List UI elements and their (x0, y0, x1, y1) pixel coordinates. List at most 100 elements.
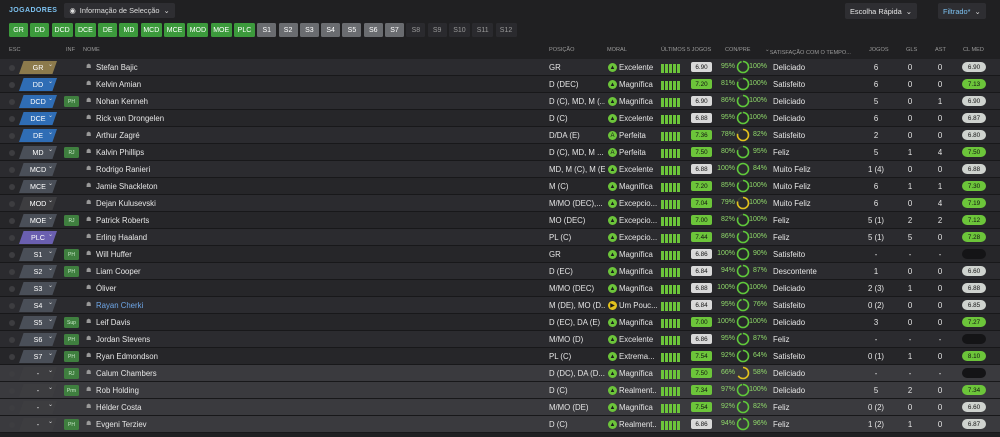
row-checkbox[interactable] (9, 303, 15, 309)
position-chip[interactable]: S7 (385, 23, 405, 37)
chevron-down-icon[interactable]: ⌄ (48, 214, 53, 221)
table-row[interactable]: MCD ⌄ ☗ Rodrigo Ranieri MD, M (C), M (E)… (0, 161, 1000, 178)
position-chip[interactable]: DCE (74, 23, 96, 37)
row-checkbox[interactable] (9, 218, 15, 224)
row-checkbox[interactable] (9, 269, 15, 275)
row-checkbox[interactable] (9, 116, 15, 122)
position-chip[interactable]: S11 (472, 23, 494, 37)
row-checkbox[interactable] (9, 388, 15, 394)
chevron-down-icon[interactable]: ⌄ (48, 78, 53, 85)
table-row[interactable]: GR ⌄ ☗ Stefan Bajic GR ▲ Excelente 6.90 … (0, 59, 1000, 76)
row-checkbox[interactable] (9, 150, 15, 156)
player-name[interactable]: Kalvin Phillips (96, 148, 144, 157)
quick-pick-button[interactable]: Escolha Rápida ⌄ (845, 3, 917, 19)
player-name[interactable]: Will Huffer (96, 250, 132, 259)
chevron-down-icon[interactable]: ⌄ (48, 299, 53, 306)
table-row[interactable]: S5 ⌄ Sup ☗ Leif Davis D (EC), DA (E) ▲ M… (0, 314, 1000, 331)
col-nome[interactable]: NOME (83, 47, 100, 53)
player-name[interactable]: Leif Davis (96, 318, 130, 327)
table-row[interactable]: S4 ⌄ ☗ Rayan Cherki M (DE), MO (D... ▶ U… (0, 297, 1000, 314)
filter-button[interactable]: Filtrado* ⌄ (938, 3, 986, 19)
player-name[interactable]: Nohan Kenneh (96, 97, 148, 106)
table-row[interactable]: DD ⌄ ☗ Kelvin Amian D (DEC) ▲ Magnífica … (0, 76, 1000, 93)
row-checkbox[interactable] (9, 286, 15, 292)
player-name[interactable]: Jordan Stevens (96, 335, 150, 344)
player-name[interactable]: Dejan Kulusevski (96, 199, 156, 208)
chevron-down-icon[interactable]: ⌄ (48, 180, 53, 187)
row-checkbox[interactable] (9, 235, 15, 241)
chevron-down-icon[interactable]: ⌄ (48, 146, 53, 153)
position-chip[interactable]: S8 (406, 23, 426, 37)
row-checkbox[interactable] (9, 133, 15, 139)
chevron-down-icon[interactable]: ⌄ (48, 333, 53, 340)
table-row[interactable]: - ⌄ ☗ Hélder Costa M/MO (DE) ▲ Magnífica… (0, 399, 1000, 416)
chevron-down-icon[interactable]: ⌄ (48, 95, 53, 102)
row-checkbox[interactable] (9, 337, 15, 343)
player-name[interactable]: Stefan Bajic (96, 63, 138, 72)
position-chip[interactable]: MCE (164, 23, 186, 37)
col-inf[interactable]: INF (66, 47, 75, 53)
table-row[interactable]: S1 ⌄ PH ☗ Will Huffer GR ▲ Magnífica 6.8… (0, 246, 1000, 263)
chevron-down-icon[interactable]: ⌄ (48, 418, 53, 425)
col-ultimos[interactable]: ÚLTIMOS 5 JOGOS (661, 47, 711, 53)
table-row[interactable]: MD ⌄ RJ ☗ Kalvin Phillips D (C), MD, M .… (0, 144, 1000, 161)
chevron-down-icon[interactable]: ⌄ (48, 129, 53, 136)
position-chip[interactable]: MD (119, 23, 139, 37)
player-name[interactable]: Kelvin Amian (96, 80, 141, 89)
col-conpre[interactable]: CON/PRE (725, 47, 751, 53)
player-name[interactable]: Erling Haaland (96, 233, 147, 242)
player-name[interactable]: Arthur Zagré (96, 131, 140, 140)
position-chip[interactable]: S6 (363, 23, 383, 37)
table-row[interactable]: MOE ⌄ RJ ☗ Patrick Roberts MO (DEC) ▲ Ex… (0, 212, 1000, 229)
position-chip[interactable]: GR (9, 23, 28, 37)
player-name[interactable]: Evgeni Terziev (96, 420, 147, 429)
position-chip[interactable]: S3 (299, 23, 319, 37)
row-checkbox[interactable] (9, 65, 15, 71)
position-chip[interactable]: MOE (210, 23, 232, 37)
chevron-down-icon[interactable]: ⌄ (48, 282, 53, 289)
chevron-down-icon[interactable]: ⌄ (48, 401, 53, 408)
position-chip[interactable]: S4 (321, 23, 341, 37)
position-chip[interactable]: MOD (187, 23, 209, 37)
col-esc[interactable]: ESC (9, 47, 21, 53)
chevron-down-icon[interactable]: ⌄ (48, 265, 53, 272)
chevron-down-icon[interactable]: ⌄ (48, 350, 53, 357)
position-chip[interactable]: S9 (427, 23, 447, 37)
row-checkbox[interactable] (9, 371, 15, 377)
position-chip[interactable]: S12 (495, 23, 517, 37)
player-name[interactable]: Rick van Drongelen (96, 114, 164, 123)
col-moral[interactable]: MORAL (607, 47, 627, 53)
chevron-down-icon[interactable]: ⌄ (48, 112, 53, 119)
player-name[interactable]: Ryan Edmondson (96, 352, 158, 361)
table-row[interactable]: MCE ⌄ ☗ Jamie Shackleton M (C) ▲ Magnífi… (0, 178, 1000, 195)
position-chip[interactable]: S2 (278, 23, 298, 37)
player-name[interactable]: Rob Holding (96, 386, 139, 395)
table-row[interactable]: S3 ⌄ ☗ Óliver M/MO (DEC) ▲ Magnífica 6.8… (0, 280, 1000, 297)
row-checkbox[interactable] (9, 99, 15, 105)
position-chip[interactable]: S1 (257, 23, 277, 37)
row-checkbox[interactable] (9, 201, 15, 207)
col-jogos[interactable]: JOGOS (869, 47, 889, 53)
player-name[interactable]: Jamie Shackleton (96, 182, 158, 191)
row-checkbox[interactable] (9, 422, 15, 428)
player-name[interactable]: Liam Cooper (96, 267, 141, 276)
position-chip[interactable]: S10 (448, 23, 470, 37)
player-name[interactable]: Hélder Costa (96, 403, 142, 412)
table-row[interactable]: S7 ⌄ PH ☗ Ryan Edmondson PL (C) ▲ Extrem… (0, 348, 1000, 365)
row-checkbox[interactable] (9, 184, 15, 190)
chevron-down-icon[interactable]: ⌄ (48, 231, 53, 238)
player-name[interactable]: Patrick Roberts (96, 216, 149, 225)
player-name[interactable]: Rodrigo Ranieri (96, 165, 150, 174)
col-clmed[interactable]: CL MED (963, 47, 984, 53)
col-satisfacao[interactable]: ⌄ SATISFAÇÃO COM O TEMPO... (765, 47, 851, 56)
view-selector[interactable]: ◉ Informação de Selecção ⌄ (64, 2, 175, 18)
table-row[interactable]: MOD ⌄ ☗ Dejan Kulusevski M/MO (DEC),... … (0, 195, 1000, 212)
col-posicao[interactable]: POSIÇÃO (549, 47, 575, 53)
row-checkbox[interactable] (9, 354, 15, 360)
table-row[interactable]: S2 ⌄ PH ☗ Liam Cooper D (EC) ▲ Magnífica… (0, 263, 1000, 280)
position-chip[interactable]: DCD (51, 23, 73, 37)
table-row[interactable]: S6 ⌄ PH ☗ Jordan Stevens M/MO (D) ▲ Exce… (0, 331, 1000, 348)
position-chip[interactable]: DE (98, 23, 118, 37)
position-chip[interactable]: PLC (233, 23, 255, 37)
table-row[interactable]: - ⌄ Prm ☗ Rob Holding D (C) ▲ Realment..… (0, 382, 1000, 399)
